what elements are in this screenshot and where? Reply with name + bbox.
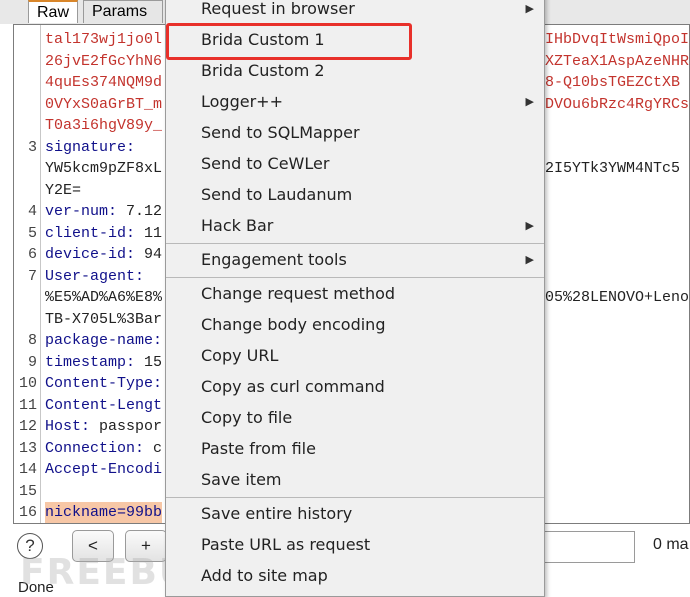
line-number: 3 [27, 138, 37, 156]
line-text: 26jvE2fGcYhN6 [45, 52, 163, 70]
line-number: 8 [27, 332, 37, 349]
menu-item-copy-url[interactable]: Copy URL [166, 340, 544, 371]
line-number: 9 [27, 353, 37, 371]
line-text-continued: DVOu6bRzc4RgYRCs [545, 95, 690, 113]
line-number: 15 [18, 482, 37, 500]
menu-item-label: Logger++ [201, 92, 283, 111]
menu-item-label: Send to CeWLer [201, 154, 330, 173]
menu-item-copy-to-file[interactable]: Copy to file [166, 402, 544, 433]
menu-item-label: Change request method [201, 284, 396, 303]
header-name: package-name: [45, 332, 163, 349]
menu-item-label: Brida Custom 2 [201, 61, 325, 80]
header-value: 94 [135, 246, 163, 263]
menu-item-label: Engagement tools [201, 250, 347, 269]
match-count: 0 ma [653, 536, 689, 553]
header-name: timestamp: 15 [45, 353, 163, 371]
line-number: 4 [27, 203, 37, 220]
menu-item-add-to-site-map[interactable]: Add to site map [166, 560, 544, 591]
header-name: Connection: c [45, 439, 163, 457]
tab-raw[interactable]: Raw [28, 0, 78, 23]
line-number: 6 [27, 246, 37, 263]
menu-item-label: Add to site map [201, 566, 328, 585]
line-number: 12 [18, 418, 37, 435]
menu-item-change-body-encoding[interactable]: Change body encoding [166, 309, 544, 340]
line-text-continued: XZTeaX1AspAzeNHR [545, 52, 690, 70]
header-name: ver-num: 7.12 [45, 203, 163, 220]
line-text: 0VYxS0aGrBT_m [45, 95, 163, 113]
menu-item-label: Copy to file [201, 408, 293, 427]
submenu-arrow-icon: ▶ [525, 219, 534, 232]
menu-item-loggerplusplus[interactable]: Logger++ ▶ [166, 86, 544, 117]
menu-item-paste-url-as-request[interactable]: Paste URL as request [166, 529, 544, 560]
line-text: TB-X705L%3Bar [45, 310, 163, 328]
line-text: T0a3i6hgV89y_ [45, 117, 163, 134]
menu-item-label: Request in browser [201, 0, 355, 18]
menu-item-send-to-laudanum[interactable]: Send to Laudanum [166, 179, 544, 210]
menu-item-request-in-browser[interactable]: Request in browser ▶ [166, 0, 544, 24]
line-text: Y2E= [45, 181, 82, 199]
header-name: device-id: 94 [45, 246, 163, 263]
menu-item-send-to-sqlmapper[interactable]: Send to SQLMapper [166, 117, 544, 148]
context-menu: Request in browser ▶ Brida Custom 1 Brida C… [165, 0, 545, 597]
line-text-continued: 2I5YTk3YWM4NTc5 [545, 160, 681, 177]
menu-item-send-to-cewler[interactable]: Send to CeWLer [166, 148, 544, 179]
line-number: 16 [18, 504, 37, 521]
menu-item-save-entire-history[interactable]: Save entire history [166, 498, 544, 529]
header-value: 15 [135, 353, 163, 371]
header-value: 7.12 [117, 203, 163, 220]
menu-item-save-item[interactable]: Save item [166, 464, 544, 495]
line-text-continued: 05%28LENOVO+Leno [545, 289, 690, 306]
menu-item-label: Paste from file [201, 439, 316, 458]
header-name: client-id: 11 [45, 224, 163, 242]
menu-item-label: Save entire history [201, 504, 353, 523]
header-name: User-agent: [45, 267, 145, 285]
menu-item-copy-as-curl-command[interactable]: Copy as curl command [166, 371, 544, 402]
header-name: Content-Type: [45, 375, 163, 392]
line-number: 13 [18, 439, 37, 457]
submenu-arrow-icon: ▶ [525, 95, 534, 108]
line-number: 14 [18, 461, 37, 478]
header-name: Host: passpor [45, 418, 163, 435]
submenu-arrow-icon: ▶ [525, 2, 534, 15]
menu-item-label: Copy URL [201, 346, 279, 365]
tab-params[interactable]: Params [83, 0, 163, 23]
header-value: c [144, 439, 163, 457]
menu-item-label: Save item [201, 470, 282, 489]
header-name: nickname=99bb [45, 502, 163, 523]
line-number: 11 [18, 396, 37, 414]
menu-item-engagement-tools[interactable]: Engagement tools ▶ [166, 244, 544, 275]
header-name: Accept-Encodi [45, 461, 163, 478]
menu-item-paste-from-file[interactable]: Paste from file [166, 433, 544, 464]
header-value: 11 [135, 224, 163, 242]
line-number: 10 [18, 375, 37, 392]
line-text: YW5kcm9pZF8xL [45, 160, 163, 177]
submenu-arrow-icon: ▶ [525, 253, 534, 266]
menu-item-label: Send to SQLMapper [201, 123, 360, 142]
header-value: passpor [90, 418, 163, 435]
menu-item-label: Paste URL as request [201, 535, 371, 554]
menu-item-label: Change body encoding [201, 315, 386, 334]
menu-item-change-request-method[interactable]: Change request method [166, 278, 544, 309]
line-text-continued: 8-Q10bsTGEZCtXB [545, 74, 681, 91]
line-text: %E5%AD%A6%E8% [45, 289, 163, 306]
highlight-annotation-box [166, 23, 412, 60]
line-number: 5 [27, 224, 37, 242]
menu-item-label: Send to Laudanum [201, 185, 353, 204]
line-text: tal173wj1jo0l [45, 31, 163, 48]
line-number: 7 [27, 267, 37, 285]
menu-item-label: Copy as curl command [201, 377, 385, 396]
header-name: Content-Lengt [45, 396, 163, 414]
line-text: 4quEs374NQM9d [45, 74, 163, 91]
menu-item-label: Hack Bar [201, 216, 274, 235]
header-name: signature: [45, 138, 136, 156]
line-text-continued: IHbDvqItWsmiQpoI [545, 31, 690, 48]
menu-item-hack-bar[interactable]: Hack Bar ▶ [166, 210, 544, 241]
search-input[interactable] [543, 531, 635, 563]
